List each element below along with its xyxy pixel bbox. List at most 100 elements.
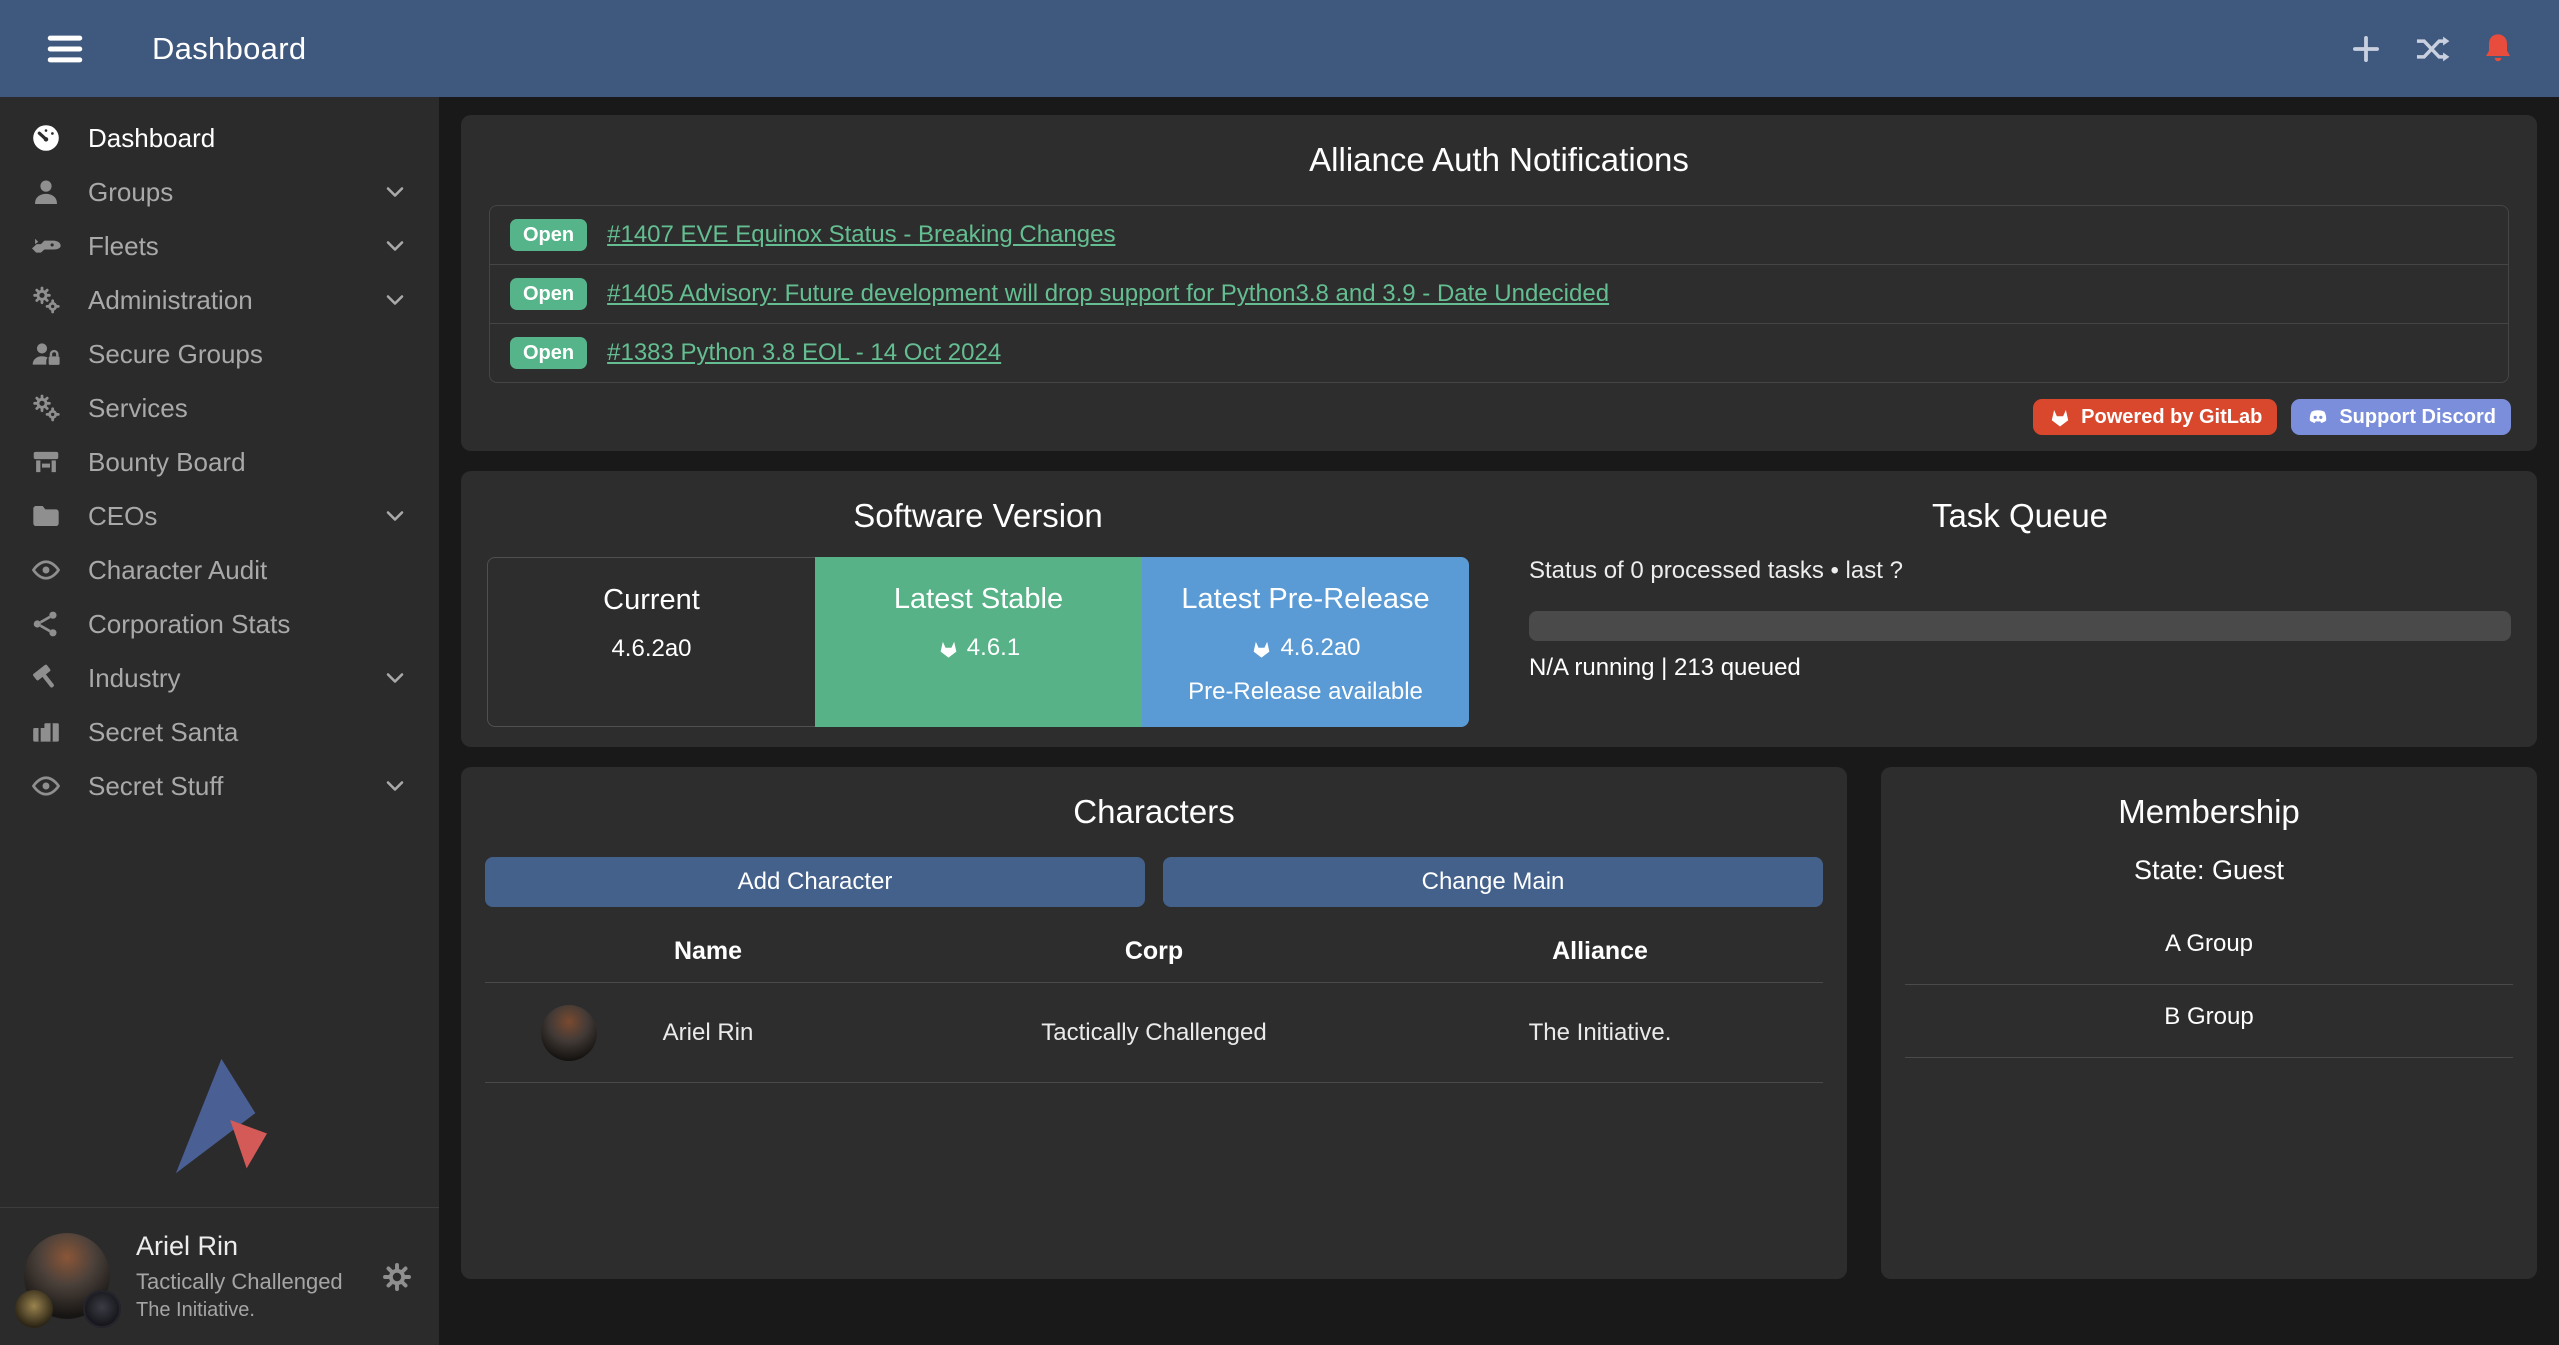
- main-content: Alliance Auth Notifications Open #1407 E…: [439, 97, 2559, 1345]
- gears-icon: [30, 392, 62, 424]
- sidebar-item-label: Secret Santa: [88, 717, 238, 748]
- sidebar-item-corporation-stats[interactable]: Corporation Stats: [0, 597, 439, 651]
- status-badge: Open: [510, 278, 587, 310]
- character-alliance: The Initiative.: [1377, 1019, 1823, 1047]
- badge-label: Support Discord: [2339, 406, 2496, 429]
- task-queue-status: Status of 0 processed tasks • last ?: [1529, 557, 2511, 585]
- membership-panel: Membership State: Guest A Group B Group: [1881, 767, 2537, 1279]
- notifications-title: Alliance Auth Notifications: [489, 115, 2509, 179]
- sidebar-item-label: Administration: [88, 285, 253, 316]
- notification-link[interactable]: #1407 EVE Equinox Status - Breaking Chan…: [607, 221, 1115, 249]
- chevron-down-icon: [381, 232, 409, 260]
- sidebar-item-secret-stuff[interactable]: Secret Stuff: [0, 759, 439, 813]
- software-taskqueue-panel: Software Version Current 4.6.2a0 Latest …: [461, 471, 2537, 747]
- membership-title: Membership: [1881, 767, 2537, 831]
- powered-by-gitlab-badge[interactable]: Powered by GitLab: [2033, 399, 2277, 435]
- folder-icon: [30, 500, 62, 532]
- eye-icon: [30, 770, 62, 802]
- sidebar-item-label: CEOs: [88, 501, 157, 532]
- sidebar-item-industry[interactable]: Industry: [0, 651, 439, 705]
- task-queue-progress-bar: [1529, 611, 2511, 641]
- sidebar-item-dashboard[interactable]: Dashboard: [0, 111, 439, 165]
- group-item: B Group: [1905, 985, 2513, 1058]
- change-main-button[interactable]: Change Main: [1163, 857, 1823, 907]
- column-header-corp: Corp: [931, 937, 1377, 966]
- version-value: 4.6.2a0: [1280, 634, 1360, 662]
- notifications-panel: Alliance Auth Notifications Open #1407 E…: [461, 115, 2537, 451]
- notifications-bell-icon[interactable]: [2479, 30, 2517, 68]
- sidebar-item-services[interactable]: Services: [0, 381, 439, 435]
- top-navbar: Dashboard: [0, 0, 2559, 97]
- hammer-icon: [30, 662, 62, 694]
- sidebar-item-ceos[interactable]: CEOs: [0, 489, 439, 543]
- membership-state: State: Guest: [1881, 855, 2537, 886]
- sidebar-item-bounty-board[interactable]: Bounty Board: [0, 435, 439, 489]
- support-discord-badge[interactable]: Support Discord: [2291, 399, 2511, 435]
- user-settings-gear-icon[interactable]: [379, 1259, 415, 1295]
- gauge-icon: [30, 122, 62, 154]
- status-badge: Open: [510, 337, 587, 369]
- sidebar-item-label: Bounty Board: [88, 447, 246, 478]
- sidebar-item-secure-groups[interactable]: Secure Groups: [0, 327, 439, 381]
- navbar-actions: [2347, 30, 2517, 68]
- sidebar: Dashboard Groups Fleets Administration S…: [0, 97, 439, 1345]
- column-header-name: Name: [485, 937, 931, 966]
- sidebar-item-label: Secure Groups: [88, 339, 263, 370]
- notification-link[interactable]: #1405 Advisory: Future development will …: [607, 280, 1609, 308]
- version-box-current: Current 4.6.2a0: [487, 557, 815, 727]
- sidebar-item-label: Secret Stuff: [88, 771, 223, 802]
- sidebar-item-label: Character Audit: [88, 555, 267, 586]
- add-character-button[interactable]: Add Character: [485, 857, 1145, 907]
- add-icon[interactable]: [2347, 30, 2385, 68]
- character-avatar: [541, 1005, 597, 1061]
- version-value: 4.6.1: [967, 634, 1020, 662]
- corp-logo-badge: [15, 1290, 53, 1328]
- characters-panel: Characters Add Character Change Main Nam…: [461, 767, 1847, 1279]
- status-badge: Open: [510, 219, 587, 251]
- chevron-down-icon: [381, 502, 409, 530]
- user-avatar: [24, 1233, 112, 1321]
- user-info: Ariel Rin Tactically Challenged The Init…: [136, 1230, 343, 1322]
- sidebar-item-character-audit[interactable]: Character Audit: [0, 543, 439, 597]
- user-lock-icon: [30, 338, 62, 370]
- version-value: 4.6.2a0: [611, 635, 691, 663]
- sidebar-item-label: Services: [88, 393, 188, 424]
- sidebar-item-label: Groups: [88, 177, 173, 208]
- software-version-section: Software Version Current 4.6.2a0 Latest …: [487, 471, 1469, 747]
- sidebar-item-groups[interactable]: Groups: [0, 165, 439, 219]
- gitlab-icon: [2048, 405, 2072, 429]
- gitlab-icon: [937, 637, 960, 660]
- sidebar-item-label: Corporation Stats: [88, 609, 290, 640]
- sidebar-user-card: Ariel Rin Tactically Challenged The Init…: [0, 1207, 439, 1345]
- version-label: Latest Pre-Release: [1142, 583, 1469, 616]
- shuffle-icon[interactable]: [2413, 30, 2451, 68]
- version-box-prerelease: Latest Pre-Release 4.6.2a0 Pre-Release a…: [1142, 557, 1469, 727]
- task-queue-section: Task Queue Status of 0 processed tasks •…: [1529, 471, 2511, 747]
- bottom-row: Characters Add Character Change Main Nam…: [461, 767, 2537, 1279]
- share-nodes-icon: [30, 608, 62, 640]
- task-queue-counts: N/A running | 213 queued: [1529, 654, 2511, 682]
- notifications-footer-badges: Powered by GitLab Support Discord: [2033, 399, 2511, 435]
- column-header-alliance: Alliance: [1377, 937, 1823, 966]
- sidebar-item-label: Fleets: [88, 231, 159, 262]
- notification-link[interactable]: #1383 Python 3.8 EOL - 14 Oct 2024: [607, 339, 1001, 367]
- gears-icon: [30, 284, 62, 316]
- characters-buttons: Add Character Change Main: [485, 857, 1823, 907]
- user-name: Ariel Rin: [136, 1230, 343, 1264]
- user-icon: [30, 176, 62, 208]
- sidebar-item-administration[interactable]: Administration: [0, 273, 439, 327]
- gitlab-icon: [1250, 637, 1273, 660]
- software-version-title: Software Version: [487, 471, 1469, 535]
- characters-title: Characters: [485, 767, 1823, 831]
- character-row: Ariel Rin Tactically Challenged The Init…: [485, 983, 1823, 1083]
- chevron-down-icon: [381, 664, 409, 692]
- chevron-down-icon: [381, 178, 409, 206]
- hamburger-menu-icon[interactable]: [42, 26, 88, 72]
- sidebar-item-fleets[interactable]: Fleets: [0, 219, 439, 273]
- version-box-stable: Latest Stable 4.6.1: [815, 557, 1142, 727]
- page-title: Dashboard: [152, 31, 306, 67]
- chevron-down-icon: [381, 772, 409, 800]
- characters-table: Name Corp Alliance Ariel Rin Tactically …: [485, 919, 1823, 1083]
- store-icon: [30, 446, 62, 478]
- sidebar-item-secret-santa[interactable]: Secret Santa: [0, 705, 439, 759]
